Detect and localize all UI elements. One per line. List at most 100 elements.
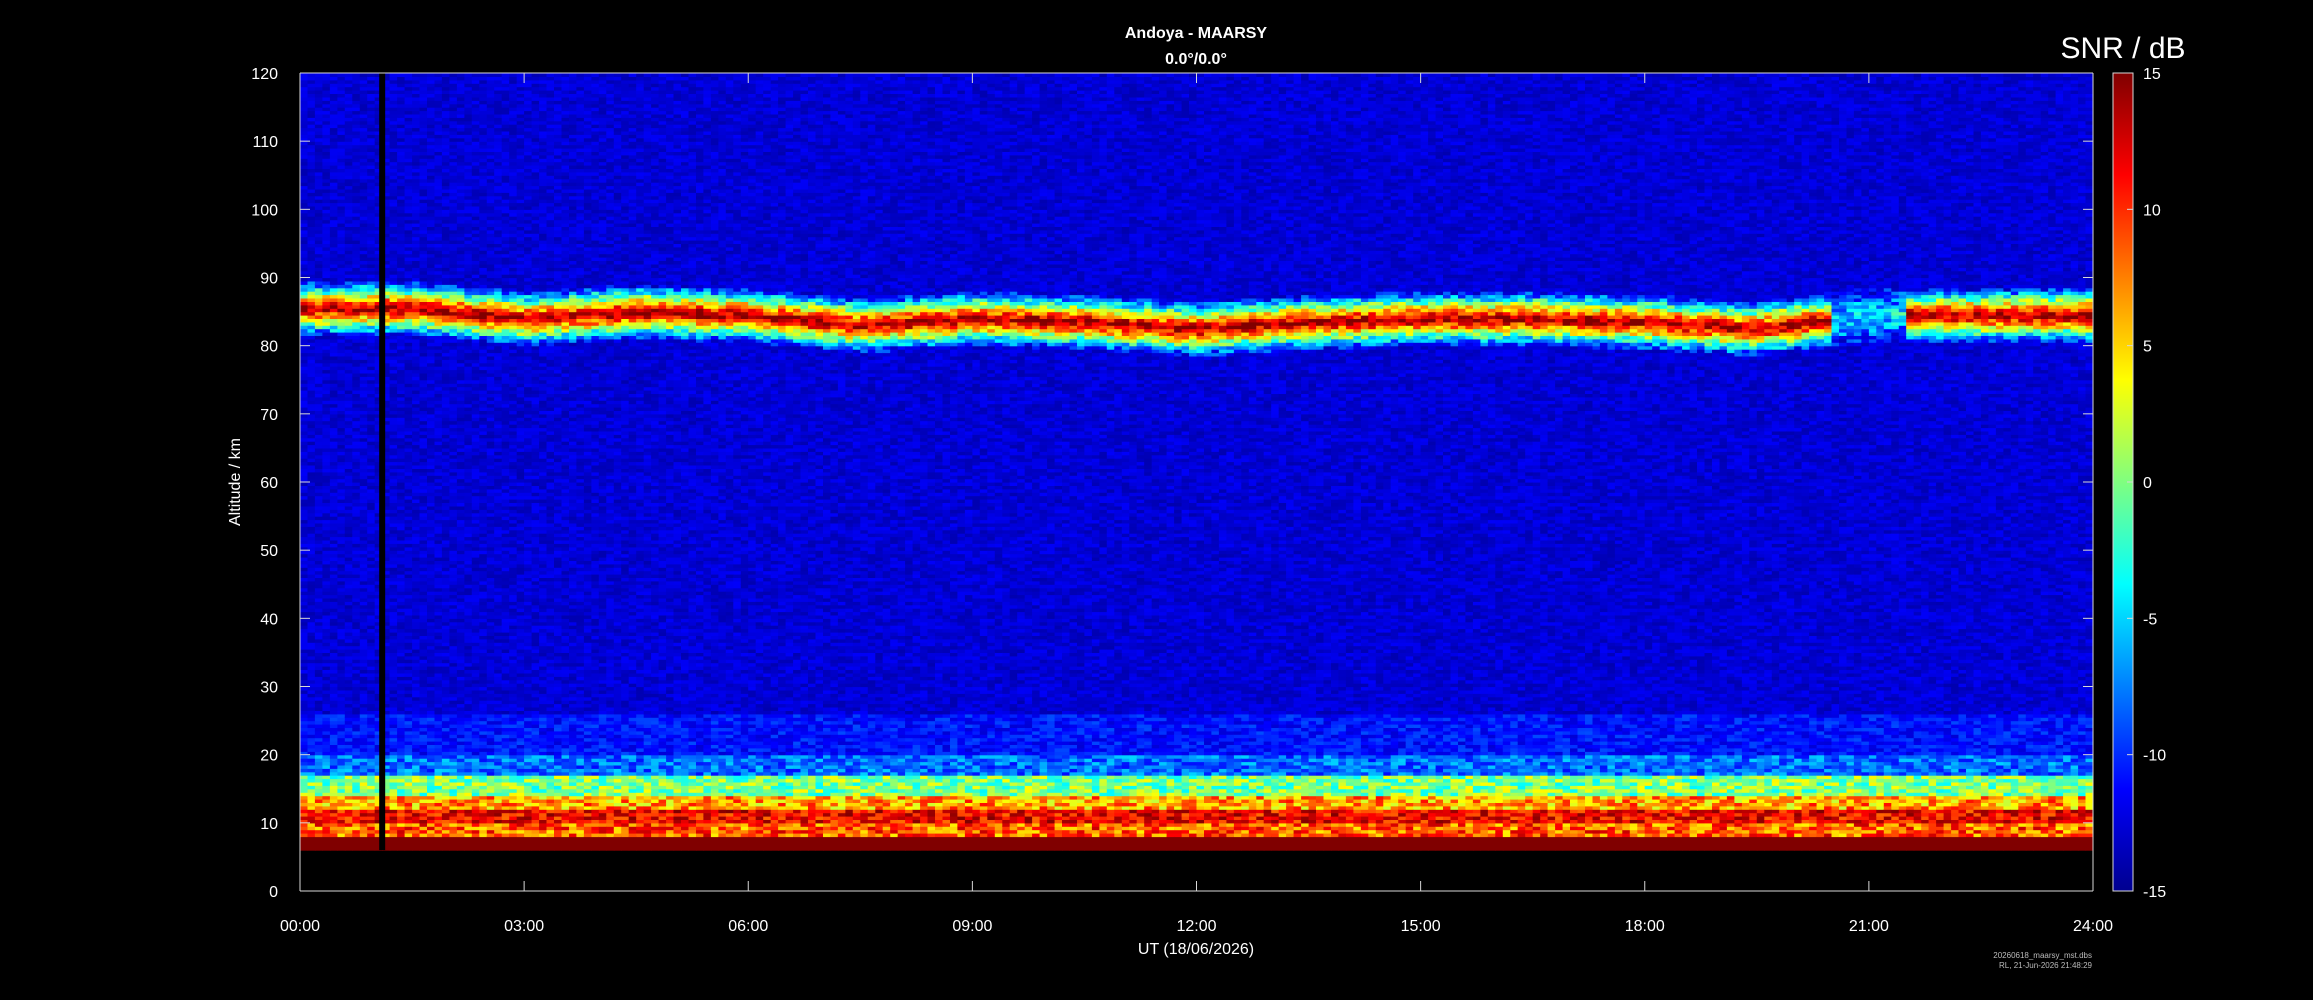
heatmap-cell: [308, 172, 316, 176]
heatmap-cell: [308, 237, 316, 241]
heatmap-cell: [322, 475, 330, 479]
heatmap-cell: [315, 175, 323, 179]
heatmap-cell: [308, 175, 316, 179]
heatmap-cell: [322, 465, 330, 469]
heatmap-cell: [330, 421, 338, 425]
heatmap-cell: [322, 216, 330, 220]
heatmap-cell: [315, 138, 323, 142]
heatmap-cell: [330, 182, 338, 186]
heatmap-cell: [308, 298, 316, 302]
heatmap-cell: [315, 325, 323, 329]
heatmap-cell: [308, 308, 316, 312]
heatmap-cell: [322, 455, 330, 459]
heatmap-cell: [315, 182, 323, 186]
heatmap-cell: [300, 308, 308, 312]
chart-title: Andoya - MAARSY: [1125, 25, 1268, 42]
heatmap-cell: [315, 363, 323, 367]
heatmap-cell: [315, 172, 323, 176]
heatmap-cell: [322, 438, 330, 442]
heatmap-cell: [322, 298, 330, 302]
heatmap-cell: [300, 400, 308, 404]
heatmap-cell: [308, 670, 316, 674]
heatmap-cell: [308, 261, 316, 265]
heatmap-cell: [308, 748, 316, 752]
heatmap-cell: [322, 94, 330, 98]
heatmap-cell: [315, 670, 323, 674]
heatmap-cell: [308, 271, 316, 275]
heatmap-cell: [308, 199, 316, 203]
heatmap-cell: [330, 172, 338, 176]
heatmap-cell: [330, 155, 338, 159]
heatmap-cell: [315, 247, 323, 251]
heatmap-cell: [315, 237, 323, 241]
heatmap-cell: [330, 73, 338, 77]
heatmap-cell: [315, 465, 323, 469]
heatmap-cell: [330, 199, 338, 203]
heatmap-cell: [322, 192, 330, 196]
heatmap-cell: [330, 175, 338, 179]
heatmap-cell: [322, 254, 330, 258]
heatmap-cell: [308, 325, 316, 329]
heatmap-cell: [315, 707, 323, 711]
heatmap-cell: [322, 707, 330, 711]
heatmap-cell: [315, 492, 323, 496]
heatmap-cell: [322, 209, 330, 213]
heatmap-cell: [330, 455, 338, 459]
heatmap-cell: [308, 145, 316, 149]
heatmap-cell: [300, 383, 308, 387]
heatmap-cell: [300, 209, 308, 213]
heatmap-cell: [330, 833, 338, 837]
heatmap-cell: [330, 670, 338, 674]
heatmap-cell: [300, 254, 308, 258]
heatmap-cell: [300, 346, 308, 350]
heatmap-cell: [315, 584, 323, 588]
heatmap-cell: [315, 271, 323, 275]
heatmap-cell: [330, 475, 338, 479]
heatmap-cell: [322, 383, 330, 387]
heatmap-cell: [308, 503, 316, 507]
heatmap-cell: [315, 833, 323, 837]
heatmap-cell: [308, 543, 316, 547]
heatmap-cell: [315, 421, 323, 425]
heatmap-cell: [300, 175, 308, 179]
heatmap-cell: [315, 438, 323, 442]
heatmap-cell: [315, 199, 323, 203]
heatmap-cell: [308, 400, 316, 404]
heatmap-cell: [315, 230, 323, 234]
heatmap-cell: [322, 172, 330, 176]
heatmap-cell: [300, 833, 308, 837]
heatmap-cell: [330, 216, 338, 220]
heatmap-cell: [322, 833, 330, 837]
heatmap-cell: [315, 145, 323, 149]
heatmap-cell: [315, 543, 323, 547]
heatmap-cell: [300, 237, 308, 241]
heatmap-cell: [330, 94, 338, 98]
heatmap-cell: [300, 707, 308, 711]
heatmap-cell: [315, 162, 323, 166]
heatmap-cell: [322, 162, 330, 166]
heatmap-cell: [308, 134, 316, 138]
heatmap-cell: [300, 325, 308, 329]
heatmap-cell: [322, 417, 330, 421]
heatmap-cell: [300, 134, 308, 138]
heatmap-cell: [315, 192, 323, 196]
heatmap-cell: [300, 145, 308, 149]
heatmap-cell: [330, 400, 338, 404]
heatmap-cell: [330, 134, 338, 138]
heatmap-cell: [308, 417, 316, 421]
heatmap-cell: [322, 363, 330, 367]
heatmap-cell: [330, 288, 338, 292]
heatmap-cell: [315, 288, 323, 292]
heatmap-cell: [315, 254, 323, 258]
heatmap-cell: [308, 94, 316, 98]
heatmap-cell: [322, 421, 330, 425]
heatmap-cell: [315, 400, 323, 404]
heatmap-cell: [330, 503, 338, 507]
heatmap-cell: [330, 363, 338, 367]
heatmap-cell: [322, 230, 330, 234]
heatmap-cell: [300, 216, 308, 220]
heatmap-cell: [315, 94, 323, 98]
heatmap-cell: [300, 584, 308, 588]
heatmap-cell: [308, 475, 316, 479]
heatmap-cell: [300, 192, 308, 196]
